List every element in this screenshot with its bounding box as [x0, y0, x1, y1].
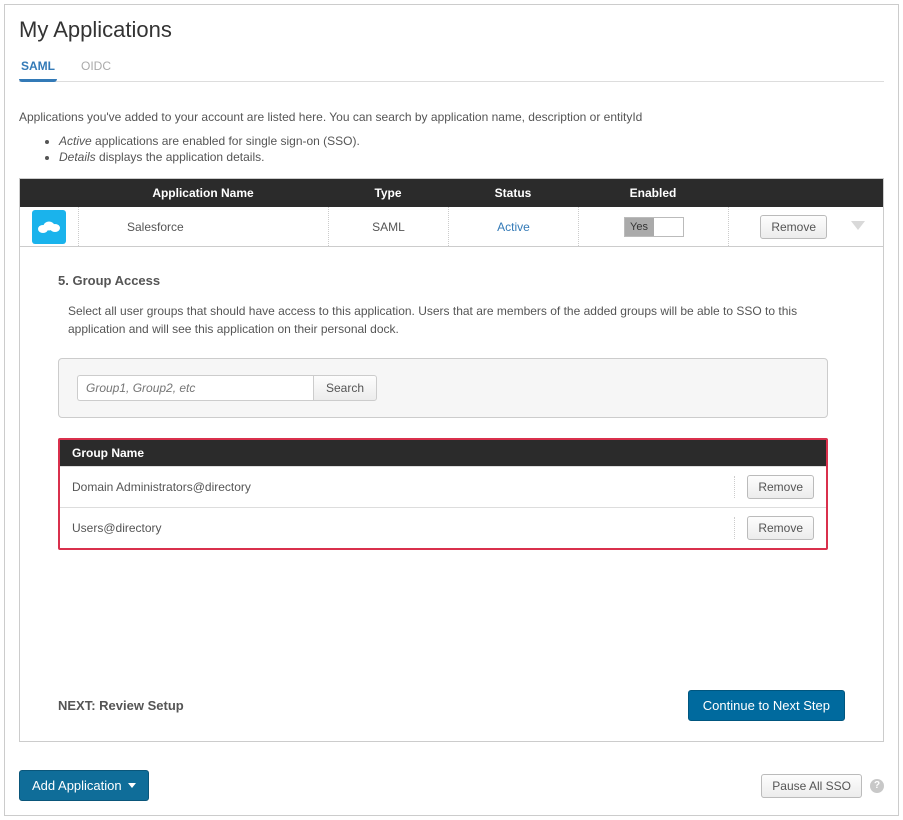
group-table: Group Name Domain Administrators@directo… — [58, 438, 828, 550]
col-status: Status — [448, 186, 578, 200]
note-details-em: Details — [59, 150, 96, 164]
remove-group-button[interactable]: Remove — [747, 475, 814, 499]
pause-all-sso-button[interactable]: Pause All SSO — [761, 774, 862, 798]
group-row: Domain Administrators@directory Remove — [60, 466, 826, 507]
note-active-em: Active — [59, 134, 92, 148]
add-application-label: Add Application — [32, 778, 122, 793]
applications-table: Application Name Type Status Enabled Sal… — [19, 178, 884, 742]
tab-saml[interactable]: SAML — [19, 53, 57, 81]
section-title: 5. Group Access — [58, 273, 845, 288]
app-name: Salesforce — [127, 220, 184, 234]
group-table-header: Group Name — [60, 440, 826, 466]
application-row: Salesforce SAML Active Yes Remove — [20, 207, 883, 247]
col-enabled: Enabled — [578, 186, 728, 200]
app-type-tabs: SAML OIDC — [19, 53, 884, 82]
app-status[interactable]: Active — [497, 220, 530, 234]
group-access-panel: 5. Group Access Select all user groups t… — [20, 247, 883, 741]
section-description: Select all user groups that should have … — [68, 302, 845, 338]
salesforce-icon — [32, 210, 66, 244]
expand-row-icon[interactable] — [851, 220, 865, 234]
group-row: Users@directory Remove — [60, 507, 826, 548]
caret-down-icon — [128, 783, 136, 788]
continue-button[interactable]: Continue to Next Step — [688, 690, 845, 721]
toggle-yes-label: Yes — [625, 218, 654, 236]
col-application-name: Application Name — [78, 186, 328, 200]
group-search-box: Search — [58, 358, 828, 418]
intro-notes: Active applications are enabled for sing… — [59, 134, 884, 164]
app-type: SAML — [372, 220, 405, 234]
group-name: Users@directory — [72, 521, 162, 535]
group-name: Domain Administrators@directory — [72, 480, 251, 494]
next-step-label: NEXT: Review Setup — [58, 698, 184, 713]
enabled-toggle[interactable]: Yes — [624, 217, 684, 237]
note-details-rest: displays the application details. — [96, 150, 265, 164]
add-application-button[interactable]: Add Application — [19, 770, 149, 801]
page-title: My Applications — [19, 17, 884, 43]
note-active-rest: applications are enabled for single sign… — [92, 134, 360, 148]
group-search-input[interactable] — [77, 375, 313, 401]
intro-text: Applications you've added to your accoun… — [19, 110, 884, 124]
group-search-button[interactable]: Search — [313, 375, 377, 401]
col-type: Type — [328, 186, 448, 200]
remove-group-button[interactable]: Remove — [747, 516, 814, 540]
help-icon[interactable]: ? — [870, 779, 884, 793]
tab-oidc[interactable]: OIDC — [79, 53, 113, 81]
remove-app-button[interactable]: Remove — [760, 215, 827, 239]
applications-table-header: Application Name Type Status Enabled — [20, 179, 883, 207]
